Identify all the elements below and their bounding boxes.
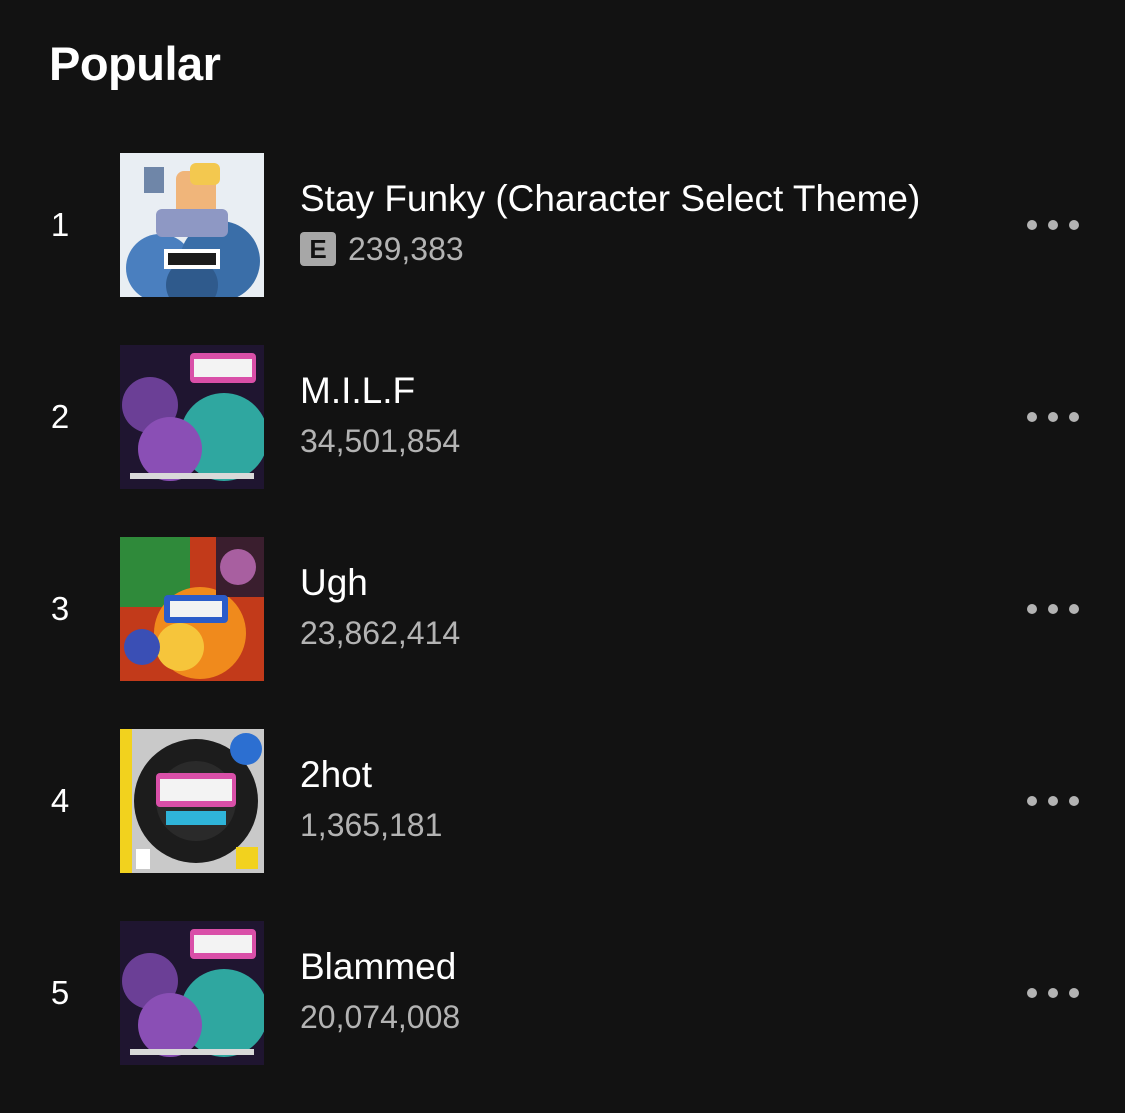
track-play-count: 20,074,008 [300, 999, 461, 1035]
track-row[interactable]: 3 Ugh 23,862,414 [0, 537, 1125, 729]
track-rank: 4 [50, 782, 70, 819]
track-title[interactable]: Blammed [300, 943, 1000, 991]
more-horizontal-icon [1027, 220, 1037, 230]
more-options-button[interactable] [1020, 397, 1086, 437]
track-play-count: 239,383 [348, 231, 464, 267]
track-rank: 2 [50, 398, 70, 435]
track-list: 1 Stay Funky (Character Select Theme) E … [0, 153, 1125, 1113]
more-horizontal-icon [1027, 412, 1037, 422]
album-cover [120, 345, 264, 489]
more-options-button[interactable] [1020, 781, 1086, 821]
album-cover [120, 153, 264, 297]
more-horizontal-icon [1027, 796, 1037, 806]
track-title[interactable]: M.I.L.F [300, 367, 1000, 415]
more-options-button[interactable] [1020, 973, 1086, 1013]
track-info: Stay Funky (Character Select Theme) E 23… [300, 175, 1000, 271]
more-options-button[interactable] [1020, 589, 1086, 629]
track-title[interactable]: 2hot [300, 751, 1000, 799]
track-play-count: 1,365,181 [300, 807, 443, 843]
track-info: 2hot 1,365,181 [300, 751, 1000, 847]
track-title[interactable]: Stay Funky (Character Select Theme) [300, 175, 1000, 223]
track-row[interactable]: 2 M.I.L.F 34,501,854 [0, 345, 1125, 537]
album-cover [120, 537, 264, 681]
track-meta: 20,074,008 [300, 995, 1000, 1039]
explicit-badge: E [300, 232, 336, 266]
track-title[interactable]: Ugh [300, 559, 1000, 607]
more-horizontal-icon [1027, 988, 1037, 998]
track-rank: 1 [50, 206, 70, 243]
track-row[interactable]: 1 Stay Funky (Character Select Theme) E … [0, 153, 1125, 345]
track-play-count: 34,501,854 [300, 423, 461, 459]
track-meta: 23,862,414 [300, 611, 1000, 655]
track-info: Ugh 23,862,414 [300, 559, 1000, 655]
track-meta: 34,501,854 [300, 419, 1000, 463]
track-rank: 5 [50, 974, 70, 1011]
track-info: Blammed 20,074,008 [300, 943, 1000, 1039]
album-cover [120, 921, 264, 1065]
track-meta: E 239,383 [300, 227, 1000, 271]
track-row[interactable]: 5 Blammed 20,074,008 [0, 921, 1125, 1113]
track-row[interactable]: 4 2hot 1,365,181 [0, 729, 1125, 921]
album-cover [120, 729, 264, 873]
more-horizontal-icon [1027, 604, 1037, 614]
section-title: Popular [49, 37, 221, 90]
track-info: M.I.L.F 34,501,854 [300, 367, 1000, 463]
track-play-count: 23,862,414 [300, 615, 461, 651]
track-rank: 3 [50, 590, 70, 627]
track-meta: 1,365,181 [300, 803, 1000, 847]
more-options-button[interactable] [1020, 205, 1086, 245]
